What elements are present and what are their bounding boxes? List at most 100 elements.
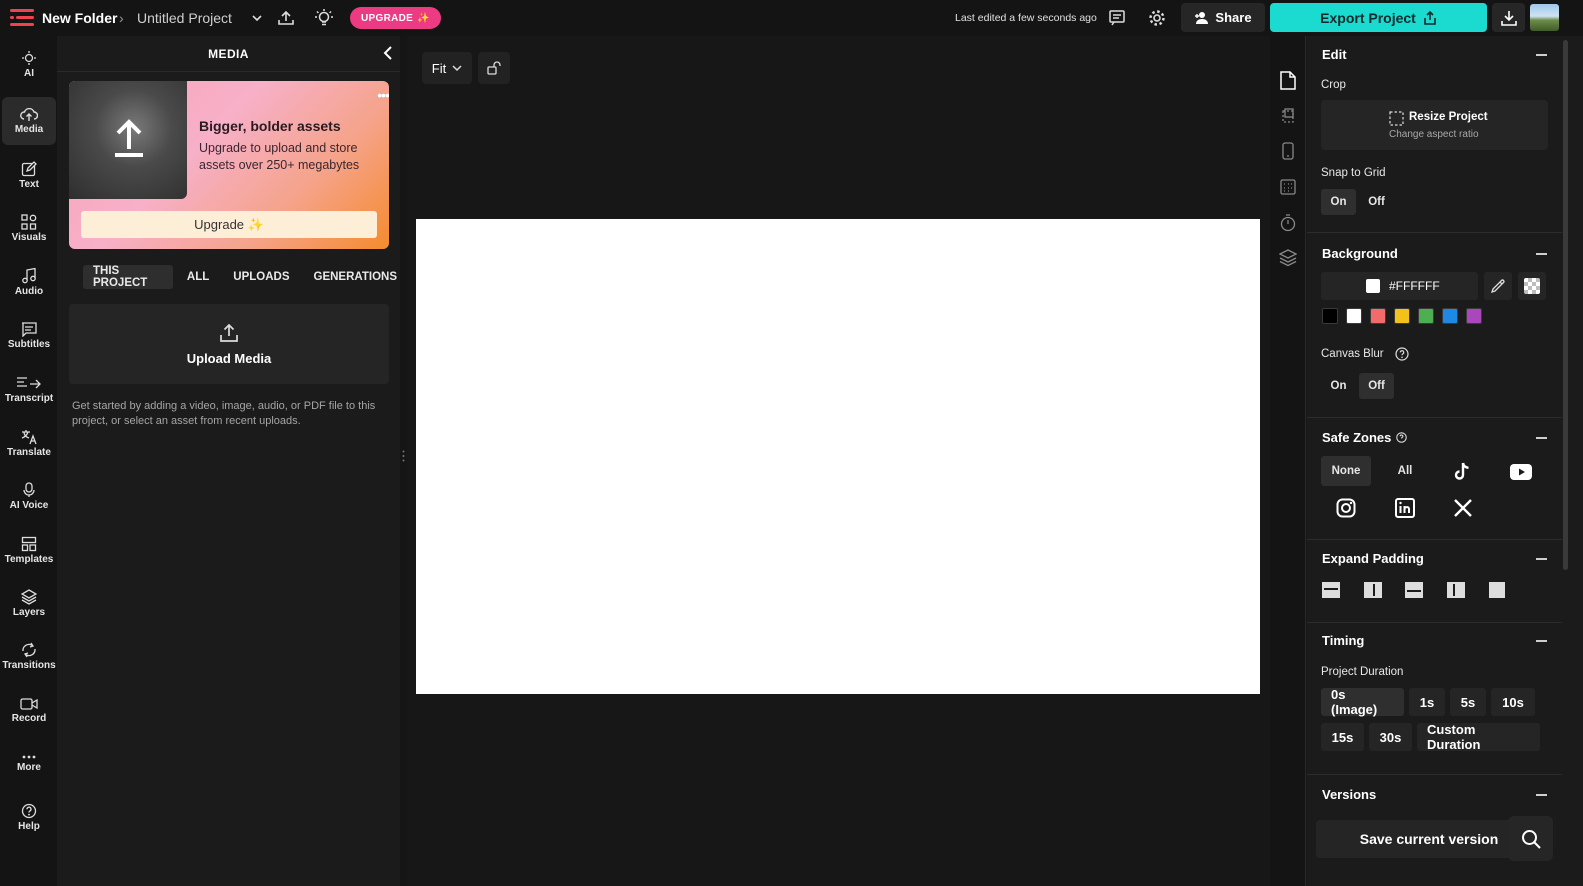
- avatar[interactable]: [1530, 4, 1559, 31]
- voice-icon: [23, 481, 35, 497]
- layers-icon[interactable]: [1276, 246, 1300, 270]
- nav-item-layers[interactable]: Layers: [2, 579, 56, 627]
- upgrade-button[interactable]: UPGRADE ✨: [350, 7, 441, 29]
- chevron-down-icon[interactable]: [245, 6, 269, 30]
- snap-to-grid-label: Snap to Grid: [1321, 167, 1386, 179]
- nav-item-subtitles[interactable]: Subtitles: [2, 312, 56, 360]
- transparent-button[interactable]: [1518, 272, 1546, 300]
- duration-1s[interactable]: 1s: [1409, 688, 1445, 716]
- timer-icon[interactable]: [1276, 211, 1300, 235]
- blur-on-toggle[interactable]: On: [1321, 373, 1356, 399]
- nav-label: More: [17, 761, 41, 773]
- collapse-icon[interactable]: [1536, 558, 1547, 560]
- collapse-panel-icon[interactable]: [383, 46, 393, 60]
- page-icon[interactable]: [1276, 68, 1300, 92]
- resize-project-button[interactable]: Resize Project Change aspect ratio: [1321, 100, 1548, 150]
- collapse-icon[interactable]: [1536, 54, 1547, 56]
- aspect-lock-button[interactable]: [478, 52, 510, 84]
- duration-15s[interactable]: 15s: [1321, 723, 1364, 751]
- collapse-icon[interactable]: [1536, 640, 1547, 642]
- nav-item-ai-voice[interactable]: AI Voice: [2, 472, 56, 520]
- search-button[interactable]: [1508, 816, 1553, 861]
- translate-icon: [21, 429, 37, 444]
- hex-value: #FFFFFF: [1389, 279, 1440, 293]
- promo-upgrade-button[interactable]: Upgrade ✨: [81, 211, 377, 238]
- background-color-input[interactable]: #FFFFFF: [1321, 272, 1478, 300]
- swatch-green[interactable]: [1418, 308, 1434, 324]
- blur-off-toggle[interactable]: Off: [1359, 373, 1394, 399]
- properties-panel: Edit Crop Resize Project Change aspect r…: [1307, 36, 1562, 886]
- nav-item-templates[interactable]: Templates: [2, 526, 56, 574]
- tab-this-project[interactable]: THIS PROJECT: [83, 265, 173, 289]
- breadcrumb-folder[interactable]: New Folder: [42, 10, 117, 26]
- share-button[interactable]: Share: [1181, 3, 1265, 32]
- swatch-white[interactable]: [1346, 308, 1362, 324]
- last-edited-status: Last edited a few seconds ago: [955, 12, 1097, 24]
- mobile-icon[interactable]: [1276, 139, 1300, 163]
- snap-on-toggle[interactable]: On: [1321, 189, 1356, 215]
- upload-media-button[interactable]: Upload Media: [69, 304, 389, 384]
- project-title[interactable]: Untitled Project: [137, 10, 232, 26]
- nav-item-more[interactable]: More: [2, 739, 56, 787]
- duration-5s[interactable]: 5s: [1450, 688, 1486, 716]
- swatch-blue[interactable]: [1442, 308, 1458, 324]
- pad-left-icon[interactable]: [1364, 582, 1382, 598]
- tab-generations[interactable]: GENERATIONS: [304, 265, 408, 289]
- scrollbar-thumb[interactable]: [1563, 40, 1568, 570]
- zoom-fit-dropdown[interactable]: Fit: [422, 52, 472, 84]
- nav-item-transitions[interactable]: Transitions: [2, 632, 56, 680]
- duplicate-icon[interactable]: [1276, 104, 1300, 128]
- nav-item-record[interactable]: Record: [2, 686, 56, 734]
- nav-item-audio[interactable]: Audio: [2, 258, 56, 306]
- nav-item-transcript[interactable]: Transcript: [2, 365, 56, 413]
- nav-item-translate[interactable]: Translate: [2, 419, 56, 467]
- lightbulb-icon[interactable]: [312, 6, 336, 30]
- nav-item-text[interactable]: Text: [2, 151, 56, 199]
- comments-icon[interactable]: [1105, 6, 1129, 30]
- project-duration-label: Project Duration: [1321, 666, 1404, 678]
- duration-0s[interactable]: 0s (Image): [1321, 687, 1404, 717]
- swatch-purple[interactable]: [1466, 308, 1482, 324]
- nav-item-media[interactable]: Media: [2, 97, 56, 145]
- grid-icon[interactable]: [1276, 175, 1300, 199]
- youtube-icon[interactable]: [1501, 458, 1541, 486]
- eyedropper-button[interactable]: [1484, 272, 1512, 300]
- app-logo-icon[interactable]: [10, 9, 34, 26]
- gear-icon[interactable]: [1145, 6, 1169, 30]
- safe-zone-all[interactable]: All: [1385, 456, 1425, 486]
- x-twitter-icon[interactable]: [1443, 494, 1483, 522]
- safe-zone-none[interactable]: None: [1321, 456, 1371, 486]
- nav-item-ai[interactable]: AI: [2, 40, 56, 88]
- resize-icon: [1389, 111, 1404, 126]
- more-options-icon[interactable]: •••: [377, 87, 389, 103]
- collapse-icon[interactable]: [1536, 437, 1547, 439]
- collapse-icon[interactable]: [1536, 253, 1547, 255]
- collapse-icon[interactable]: [1536, 794, 1547, 796]
- upload-icon[interactable]: [274, 6, 298, 30]
- help-circle-icon[interactable]: [1395, 347, 1409, 361]
- tab-uploads[interactable]: UPLOADS: [223, 265, 299, 289]
- drag-handle-icon[interactable]: [402, 450, 405, 462]
- duration-10s[interactable]: 10s: [1491, 688, 1535, 716]
- nav-item-visuals[interactable]: Visuals: [2, 204, 56, 252]
- help-circle-icon[interactable]: [1396, 432, 1407, 443]
- pad-right-icon[interactable]: [1447, 582, 1465, 598]
- pad-bottom-icon[interactable]: [1405, 582, 1423, 598]
- pad-top-icon[interactable]: [1322, 582, 1340, 598]
- project-canvas[interactable]: [416, 219, 1260, 694]
- download-button[interactable]: [1492, 3, 1525, 32]
- snap-off-toggle[interactable]: Off: [1359, 189, 1394, 215]
- nav-item-help[interactable]: Help: [2, 793, 56, 841]
- duration-30s[interactable]: 30s: [1369, 723, 1412, 751]
- tab-all[interactable]: ALL: [177, 265, 219, 289]
- swatch-red[interactable]: [1370, 308, 1386, 324]
- linkedin-icon[interactable]: [1385, 494, 1425, 522]
- tiktok-icon[interactable]: [1443, 458, 1483, 486]
- nav-label: Audio: [14, 285, 44, 297]
- instagram-icon[interactable]: [1326, 494, 1366, 522]
- swatch-black[interactable]: [1322, 308, 1338, 324]
- swatch-yellow[interactable]: [1394, 308, 1410, 324]
- duration-custom[interactable]: Custom Duration: [1417, 722, 1540, 752]
- export-project-button[interactable]: Export Project: [1270, 3, 1487, 32]
- pad-all-icon[interactable]: [1489, 582, 1505, 598]
